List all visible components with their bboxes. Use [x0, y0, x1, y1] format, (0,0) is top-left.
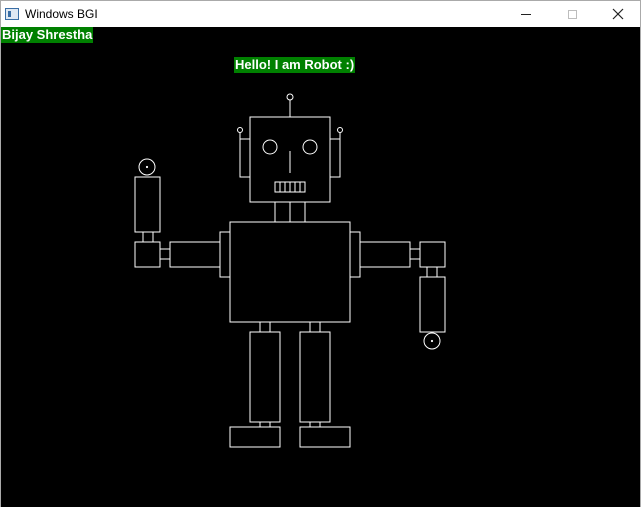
- robot-left-fist: [138, 158, 156, 176]
- robot-right-hip: [309, 321, 321, 333]
- robot-right-eye: [302, 139, 318, 155]
- robot-right-leg: [299, 331, 331, 423]
- robot-left-ankle: [259, 421, 271, 428]
- robot-antenna-tip: [286, 93, 294, 101]
- robot-left-elbow: [159, 248, 171, 260]
- robot-left-ear-tip: [237, 127, 243, 133]
- robot-right-ear: [329, 138, 341, 178]
- maximize-icon: [567, 9, 577, 19]
- robot-left-forearm: [134, 176, 161, 233]
- robot-left-upper-arm: [169, 241, 221, 268]
- robot-drawing: [134, 93, 446, 448]
- close-icon: [612, 8, 624, 20]
- title-bar[interactable]: Windows BGI: [1, 1, 640, 27]
- graphics-canvas: Bijay Shrestha Hello! I am Robot :): [1, 27, 640, 507]
- robot-right-fist: [423, 332, 441, 350]
- robot-left-eye: [262, 139, 278, 155]
- robot-right-shoulder: [349, 231, 361, 278]
- robot-right-elbow: [409, 248, 421, 260]
- robot-left-leg: [249, 331, 281, 423]
- robot-left-foot: [229, 426, 281, 448]
- app-window: Windows BGI Bijay Shrestha Hello! I am R…: [0, 0, 641, 507]
- window-title: Windows BGI: [25, 7, 98, 21]
- robot-right-forearm: [419, 276, 446, 333]
- robot-left-wrist: [142, 231, 154, 243]
- close-button[interactable]: [595, 1, 641, 27]
- robot-left-ear: [239, 138, 251, 178]
- robot-left-fist-center: [145, 165, 149, 169]
- robot-right-hand: [419, 241, 446, 268]
- robot-right-fist-center: [430, 339, 434, 343]
- robot-right-wrist: [426, 266, 438, 278]
- robot-right-foot: [299, 426, 351, 448]
- robot-right-ankle: [309, 421, 321, 428]
- maximize-button[interactable]: [549, 1, 595, 27]
- robot-left-hip: [259, 321, 271, 333]
- robot-body: [229, 221, 351, 323]
- minimize-button[interactable]: [503, 1, 549, 27]
- robot-left-shoulder: [219, 231, 231, 278]
- robot-right-ear-tip: [337, 127, 343, 133]
- minimize-icon: [521, 13, 531, 15]
- app-icon[interactable]: [5, 8, 19, 20]
- robot-right-upper-arm: [359, 241, 411, 268]
- robot-left-hand: [134, 241, 161, 268]
